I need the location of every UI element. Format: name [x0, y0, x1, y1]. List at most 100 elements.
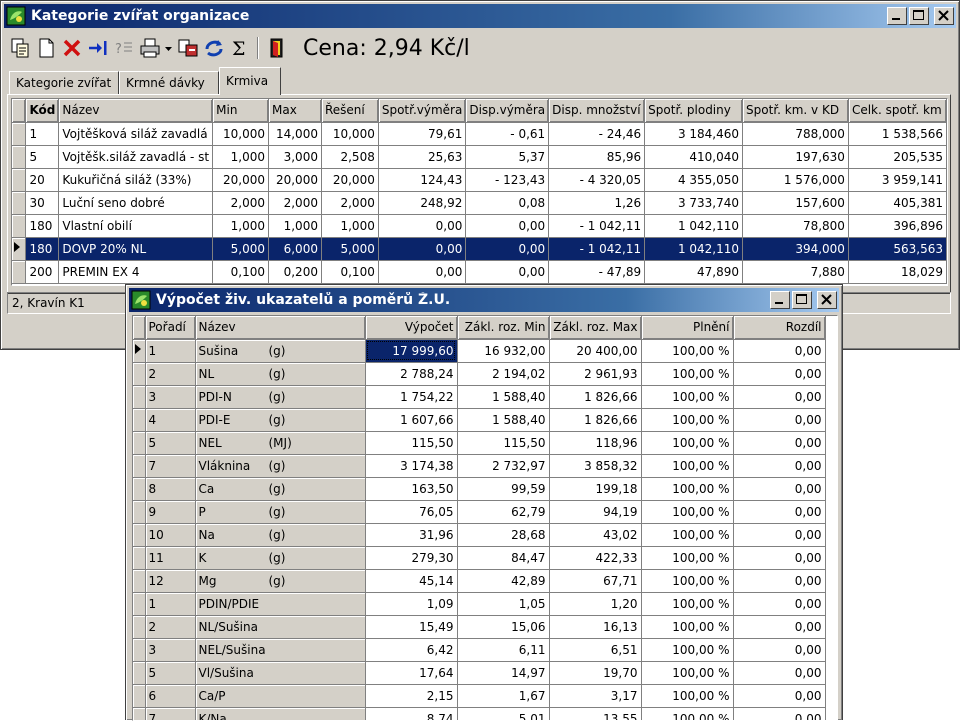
table-row[interactable]: 7K/Na8,745,0113,55100,00 %0,00 — [133, 707, 825, 721]
table-cell[interactable]: 405,381 — [848, 191, 946, 214]
table-row[interactable]: 12Mg(g)45,1442,8967,71100,00 %0,00 — [133, 569, 825, 592]
table-cell[interactable]: 0,00 — [733, 592, 825, 615]
row-indicator[interactable] — [133, 638, 145, 661]
column-header[interactable]: Disp.výměra — [466, 99, 549, 122]
table-row[interactable]: 1Vojtěšková siláž zavadlá10,00014,00010,… — [12, 122, 947, 145]
row-indicator[interactable] — [133, 684, 145, 707]
table-cell[interactable]: 3 959,141 — [848, 168, 946, 191]
table-row[interactable]: 180DOVP 20% NL5,0006,0005,0000,000,00- 1… — [12, 237, 947, 260]
table-cell[interactable]: 8,74 — [365, 707, 457, 721]
table-cell[interactable]: 0,00 — [378, 260, 466, 283]
table-cell[interactable]: 1 538,566 — [848, 122, 946, 145]
table-cell[interactable]: 15,49 — [365, 615, 457, 638]
table-cell[interactable]: 62,79 — [457, 500, 549, 523]
table-row[interactable]: 20Kukuřičná siláž (33%)20,00020,00020,00… — [12, 168, 947, 191]
table-cell[interactable]: 2,508 — [321, 145, 378, 168]
table-cell[interactable]: - 1 042,11 — [549, 214, 645, 237]
table-cell[interactable]: 43,02 — [549, 523, 641, 546]
table-row[interactable]: 2NL(g)2 788,242 194,022 961,93100,00 %0,… — [133, 362, 825, 385]
table-cell[interactable]: PREMIN EX 4 — [59, 260, 213, 283]
tab-krmiva[interactable]: Krmiva — [219, 67, 281, 95]
row-indicator[interactable] — [133, 615, 145, 638]
column-header[interactable]: Plnění — [641, 316, 733, 339]
table-cell[interactable]: Vojtěšk.siláž zavadlá - st — [59, 145, 213, 168]
table-cell[interactable]: 1 754,22 — [365, 385, 457, 408]
column-header[interactable]: Kód — [26, 99, 59, 122]
column-header[interactable]: Výpočet — [365, 316, 457, 339]
table-cell[interactable]: 422,33 — [549, 546, 641, 569]
table-row[interactable]: 3PDI-N(g)1 754,221 588,401 826,66100,00 … — [133, 385, 825, 408]
table-cell[interactable]: 1,20 — [549, 592, 641, 615]
table-cell[interactable]: - 47,89 — [549, 260, 645, 283]
table-cell[interactable]: 100,00 % — [641, 661, 733, 684]
column-header[interactable]: Disp. množství — [549, 99, 645, 122]
table-cell[interactable]: 3 733,740 — [645, 191, 743, 214]
table-cell[interactable]: 45,14 — [365, 569, 457, 592]
tab-kategorie-zvirat[interactable]: Kategorie zvířat — [9, 71, 119, 95]
table-row[interactable]: 7Vláknina(g)3 174,382 732,973 858,32100,… — [133, 454, 825, 477]
row-indicator[interactable] — [133, 592, 145, 615]
delete-button[interactable] — [59, 35, 85, 61]
table-cell[interactable]: 100,00 % — [641, 431, 733, 454]
table-cell[interactable]: 15,06 — [457, 615, 549, 638]
table-cell[interactable]: 3,000 — [269, 145, 322, 168]
table-cell[interactable]: 16 932,00 — [457, 339, 549, 362]
table-cell[interactable]: 18,029 — [848, 260, 946, 283]
table-cell[interactable]: 10,000 — [321, 122, 378, 145]
table-cell[interactable]: 1,09 — [365, 592, 457, 615]
table-cell[interactable]: 4 355,050 — [645, 168, 743, 191]
column-header[interactable]: Název — [195, 316, 365, 339]
table-row[interactable]: 3NEL/Sušina6,426,116,51100,00 %0,00 — [133, 638, 825, 661]
table-cell[interactable]: 0,200 — [269, 260, 322, 283]
table-cell[interactable]: 85,96 — [549, 145, 645, 168]
table-cell[interactable]: 2,15 — [365, 684, 457, 707]
table-cell[interactable]: 3,17 — [549, 684, 641, 707]
table-cell[interactable]: 84,47 — [457, 546, 549, 569]
table-cell[interactable]: 13,55 — [549, 707, 641, 721]
table-cell[interactable]: 100,00 % — [641, 592, 733, 615]
table-cell[interactable]: - 123,43 — [466, 168, 549, 191]
table-cell[interactable]: 0,00 — [733, 569, 825, 592]
table-cell[interactable]: 100,00 % — [641, 615, 733, 638]
column-header[interactable]: Spotř.výměra — [378, 99, 466, 122]
table-cell[interactable]: 1 — [26, 122, 59, 145]
row-indicator[interactable] — [133, 431, 145, 454]
column-header[interactable]: Spotř. plodiny — [645, 99, 743, 122]
table-cell[interactable]: 67,71 — [549, 569, 641, 592]
row-indicator[interactable] — [133, 523, 145, 546]
child-title-bar[interactable]: Výpočet živ. ukazatelů a poměrů Ž.U. — [129, 288, 839, 312]
table-cell[interactable]: 100,00 % — [641, 707, 733, 721]
table-cell[interactable]: 5,000 — [213, 237, 269, 260]
table-cell[interactable]: 1,26 — [549, 191, 645, 214]
table-cell[interactable]: 100,00 % — [641, 638, 733, 661]
table-cell[interactable]: 396,896 — [848, 214, 946, 237]
table-cell[interactable]: 17 999,60 — [365, 339, 457, 362]
table-cell[interactable]: 1 576,000 — [743, 168, 849, 191]
table-cell[interactable]: 205,535 — [848, 145, 946, 168]
table-cell[interactable]: 10,000 — [213, 122, 269, 145]
row-indicator[interactable] — [12, 122, 26, 145]
table-cell[interactable]: 1 826,66 — [549, 385, 641, 408]
copy-button[interactable] — [7, 35, 33, 61]
table-cell[interactable]: - 4 320,05 — [549, 168, 645, 191]
row-indicator[interactable] — [133, 661, 145, 684]
table-cell[interactable]: 20,000 — [321, 168, 378, 191]
table-cell[interactable]: 16,13 — [549, 615, 641, 638]
table-cell[interactable]: 7,880 — [743, 260, 849, 283]
table-cell[interactable]: 1,05 — [457, 592, 549, 615]
table-cell[interactable]: 2 194,02 — [457, 362, 549, 385]
table-cell[interactable]: 180 — [26, 214, 59, 237]
table-cell[interactable]: 14,97 — [457, 661, 549, 684]
table-cell[interactable]: 563,563 — [848, 237, 946, 260]
table-cell[interactable]: 197,630 — [743, 145, 849, 168]
table-cell[interactable]: 3 184,460 — [645, 122, 743, 145]
table-cell[interactable]: 5 — [26, 145, 59, 168]
table-row[interactable]: 4PDI-E(g)1 607,661 588,401 826,66100,00 … — [133, 408, 825, 431]
table-cell[interactable]: 0,00 — [733, 615, 825, 638]
table-cell[interactable]: 157,600 — [743, 191, 849, 214]
maximize-button[interactable] — [909, 7, 929, 25]
close-button[interactable] — [817, 291, 837, 309]
table-cell[interactable]: 100,00 % — [641, 362, 733, 385]
table-cell[interactable]: 163,50 — [365, 477, 457, 500]
table-cell[interactable]: 25,63 — [378, 145, 466, 168]
